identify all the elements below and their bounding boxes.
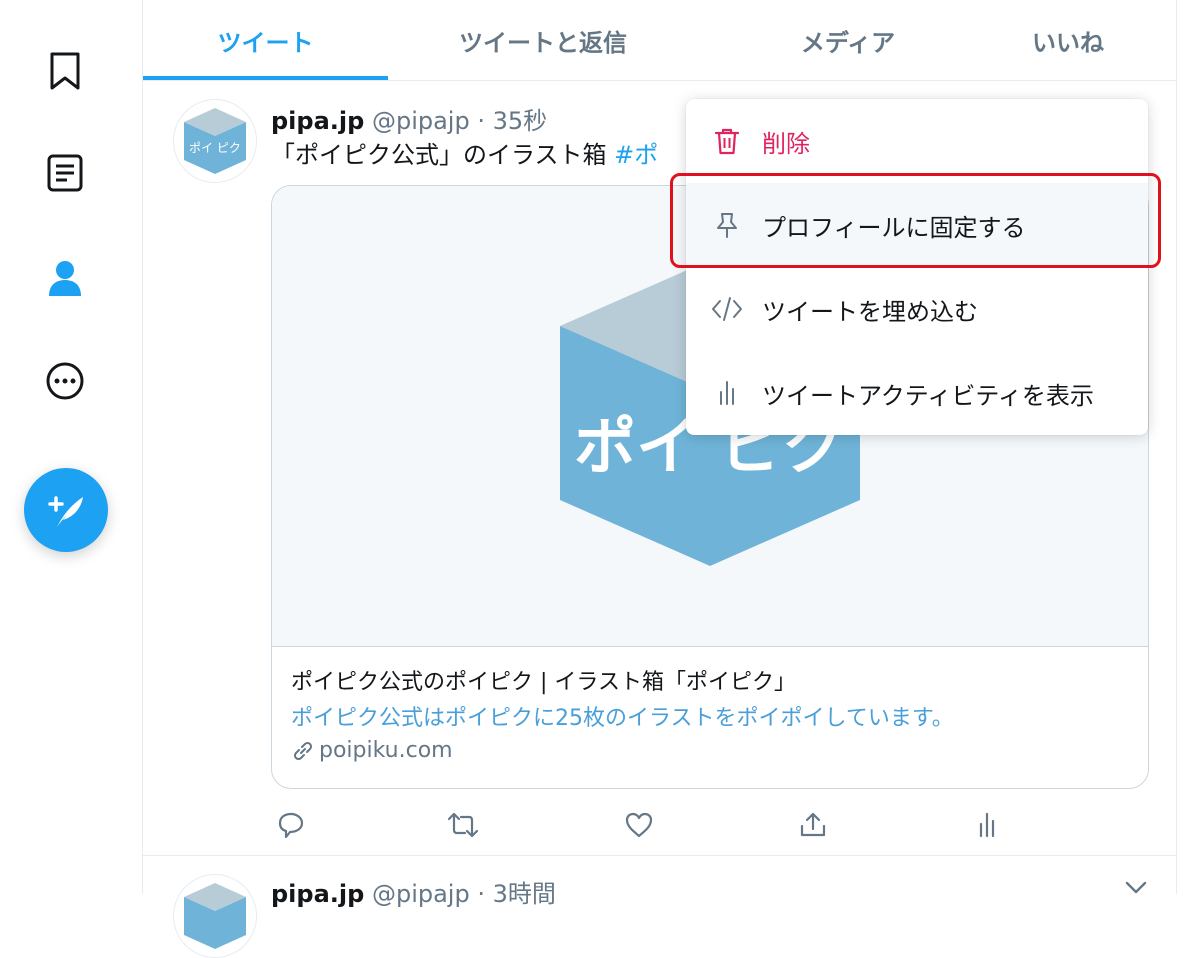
card-title: ポイピク公式のポイピク | イラスト箱「ポイピク」: [291, 670, 796, 695]
bookmark-icon[interactable]: [40, 46, 90, 96]
stats-icon: [710, 376, 744, 410]
card-description: ポイピク公式はポイピクに25枚のイラストをポイポイしています。: [291, 706, 954, 731]
menu-item-delete[interactable]: 削除: [686, 99, 1148, 183]
card-domain: poipiku.com: [291, 738, 453, 763]
tweet[interactable]: pipa.jp @pipajp · 3時間: [143, 856, 1176, 958]
menu-item-embed-tweet[interactable]: ツイートを埋め込む: [686, 267, 1148, 351]
more-icon[interactable]: [40, 356, 90, 406]
pin-icon: [710, 208, 744, 242]
feather-plus-icon: [48, 496, 83, 527]
tab-tweets[interactable]: ツイート: [143, 0, 388, 80]
chevron-down-icon[interactable]: [1121, 878, 1151, 898]
avatar[interactable]: ポイ ピク: [173, 99, 257, 183]
retweet-button[interactable]: [443, 805, 483, 845]
avatar-logo-text: ポイ ピク: [189, 141, 241, 155]
profile-tabs: ツイート ツイートと返信 メディア いいね: [143, 0, 1176, 81]
avatar[interactable]: [173, 874, 257, 958]
reply-icon: [278, 812, 304, 839]
separator-dot: ·: [477, 880, 485, 908]
reply-button[interactable]: [271, 805, 311, 845]
menu-item-view-activity[interactable]: ツイートアクティビティを表示: [686, 351, 1148, 435]
menu-item-label: ツイートアクティビティを表示: [762, 381, 1094, 410]
card-domain-text: poipiku.com: [319, 738, 453, 763]
tweet-text: 「ポイピク公式」のイラスト箱 #ポ: [271, 135, 658, 170]
separator-dot: ·: [477, 107, 485, 135]
hashtag-link[interactable]: #ポ: [614, 141, 658, 169]
tab-tweets-and-replies[interactable]: ツイートと返信: [403, 0, 683, 80]
author-handle[interactable]: @pipajp: [372, 107, 470, 135]
tab-media[interactable]: メディア: [743, 0, 953, 80]
active-tab-indicator: [143, 76, 388, 80]
author-name[interactable]: pipa.jp: [271, 880, 364, 908]
stats-icon: [979, 812, 995, 838]
heart-icon: [625, 812, 653, 838]
tweet-header: pipa.jp @pipajp · 3時間: [271, 874, 556, 909]
tweet-time[interactable]: 3時間: [493, 880, 556, 908]
author-name[interactable]: pipa.jp: [271, 107, 364, 135]
tweet-time[interactable]: 35秒: [493, 107, 548, 135]
tab-likes[interactable]: いいね: [993, 0, 1143, 80]
retweet-icon: [447, 812, 479, 838]
menu-item-label: プロフィールに固定する: [762, 213, 1026, 242]
menu-item-label: ツイートを埋め込む: [762, 297, 978, 326]
author-handle[interactable]: @pipajp: [372, 880, 470, 908]
profile-icon[interactable]: [40, 253, 90, 303]
tweet-body: 「ポイピク公式」のイラスト箱: [271, 141, 615, 169]
share-icon: [800, 812, 826, 837]
trash-icon: [710, 124, 744, 158]
tweet-actions: [271, 805, 1131, 845]
menu-item-label: 削除: [762, 129, 810, 158]
tweet-options-menu: 削除 プロフィールに固定する ツイートを埋め込む ツイートアクティビティを表示: [686, 99, 1148, 435]
lists-icon[interactable]: [40, 148, 90, 198]
like-button[interactable]: [619, 805, 659, 845]
tweet-header: pipa.jp @pipajp · 35秒: [271, 101, 547, 136]
analytics-button[interactable]: [967, 805, 1007, 845]
compose-tweet-button[interactable]: [24, 468, 108, 552]
code-icon: [710, 292, 744, 326]
left-nav: [0, 0, 142, 894]
share-button[interactable]: [793, 805, 833, 845]
link-icon: [293, 741, 313, 760]
menu-item-pin-to-profile[interactable]: プロフィールに固定する: [686, 183, 1148, 267]
